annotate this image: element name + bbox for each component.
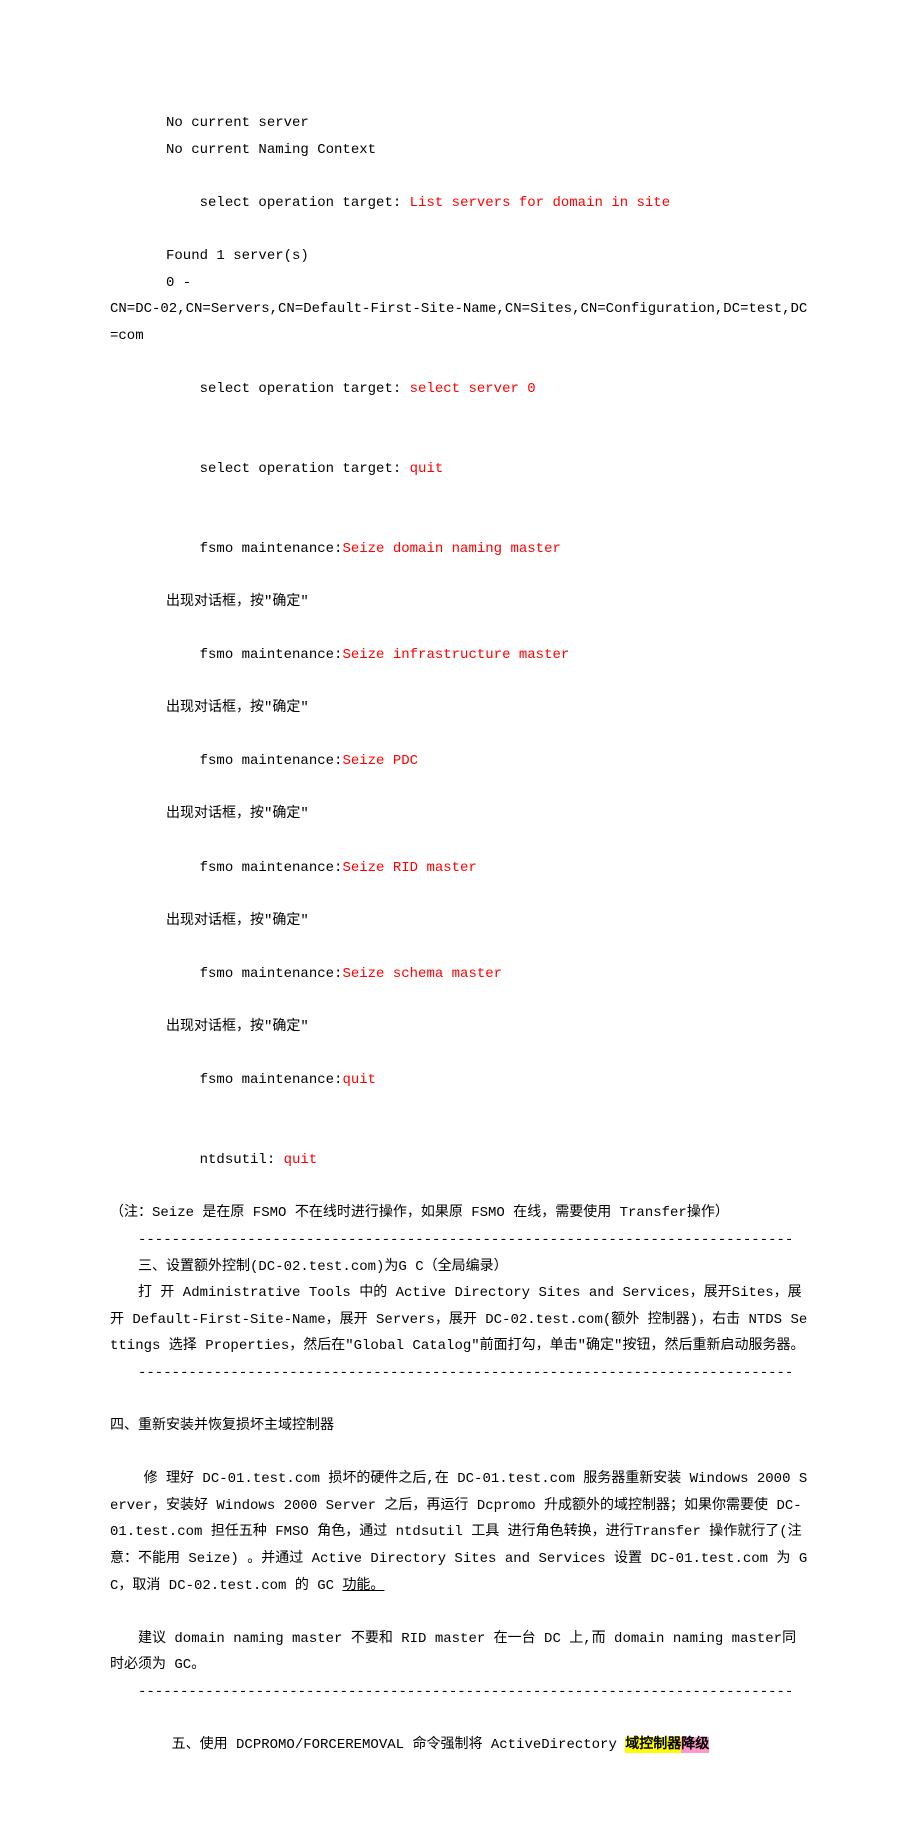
code-command: select server 0	[410, 381, 536, 397]
code-line: fsmo maintenance:Seize infrastructure ma…	[110, 615, 810, 695]
code-line: fsmo maintenance:Seize domain naming mas…	[110, 509, 810, 589]
code-text: select operation target:	[200, 381, 410, 397]
section-3-body: 打 开 Administrative Tools 中的 Active Direc…	[110, 1280, 810, 1360]
code-text: select operation target:	[200, 195, 410, 211]
code-line: fsmo maintenance:Seize PDC	[110, 722, 810, 802]
code-line: fsmo maintenance:Seize RID master	[110, 828, 810, 908]
blank-line	[110, 1387, 810, 1414]
dialog-note: 出现对话框，按"确定"	[110, 589, 810, 616]
separator: ----------------------------------------…	[110, 1679, 810, 1706]
code-command: Seize schema master	[342, 966, 502, 982]
dialog-note: 出现对话框，按"确定"	[110, 1014, 810, 1041]
section-4-title: 四、重新安装并恢复损坏主域控制器	[110, 1413, 810, 1440]
dialog-note: 出现对话框，按"确定"	[110, 695, 810, 722]
underlined-text: 功能。	[342, 1578, 384, 1594]
code-line: No current Naming Context	[110, 137, 810, 164]
separator: ----------------------------------------…	[110, 1360, 810, 1387]
code-line: 0 -	[110, 270, 810, 297]
section-5-title: 五、使用 DCPROMO/FORCEREMOVAL 命令强制将 ActiveDi…	[110, 1706, 810, 1786]
code-command: quit	[284, 1152, 318, 1168]
code-line: ntdsutil: quit	[110, 1121, 810, 1201]
code-line: select operation target: select server 0	[110, 349, 810, 429]
body-text: 五、使用 DCPROMO/FORCEREMOVAL 命令强制将 ActiveDi…	[172, 1737, 626, 1753]
code-text: fsmo maintenance:	[200, 541, 343, 557]
code-text: fsmo maintenance:	[200, 1072, 343, 1088]
code-command: quit	[342, 1072, 376, 1088]
code-line: Found 1 server(s)	[110, 243, 810, 270]
code-text: fsmo maintenance:	[200, 860, 343, 876]
code-line: select operation target: quit	[110, 429, 810, 509]
section-3-title: 三、设置额外控制(DC-02.test.com)为G C（全局编录）	[110, 1254, 810, 1281]
code-text: fsmo maintenance:	[200, 753, 343, 769]
code-command: quit	[410, 461, 444, 477]
section-4-body-1: 修 理好 DC-01.test.com 损坏的硬件之后,在 DC-01.test…	[110, 1440, 810, 1626]
code-command: Seize PDC	[342, 753, 418, 769]
document-page: No current server No current Naming Cont…	[0, 0, 920, 1845]
dialog-note: 出现对话框，按"确定"	[110, 801, 810, 828]
code-command: Seize domain naming master	[342, 541, 560, 557]
section-4-body-2: 建议 domain naming master 不要和 RID master 在…	[110, 1626, 810, 1679]
code-line: fsmo maintenance:quit	[110, 1041, 810, 1121]
dialog-note: 出现对话框，按"确定"	[110, 908, 810, 935]
separator: ----------------------------------------…	[110, 1227, 810, 1254]
code-text: ntdsutil:	[200, 1152, 284, 1168]
body-text: 修 理好 DC-01.test.com 损坏的硬件之后,在 DC-01.test…	[110, 1471, 807, 1593]
code-line-dn: CN=DC-02,CN=Servers,CN=Default-First-Sit…	[110, 296, 810, 349]
code-text: fsmo maintenance:	[200, 966, 343, 982]
code-text: select operation target:	[200, 461, 410, 477]
code-line: No current server	[110, 110, 810, 137]
code-command: Seize RID master	[342, 860, 476, 876]
highlight-yellow: 域控制器	[625, 1737, 681, 1753]
code-command: List servers for domain in site	[410, 195, 670, 211]
code-line: select operation target: List servers fo…	[110, 163, 810, 243]
highlight-pink: 降级	[681, 1737, 709, 1753]
code-command: Seize infrastructure master	[342, 647, 569, 663]
note-text: （注：Seize 是在原 FSMO 不在线时进行操作，如果原 FSMO 在线，需…	[110, 1200, 810, 1227]
code-line: fsmo maintenance:Seize schema master	[110, 934, 810, 1014]
code-text: fsmo maintenance:	[200, 647, 343, 663]
